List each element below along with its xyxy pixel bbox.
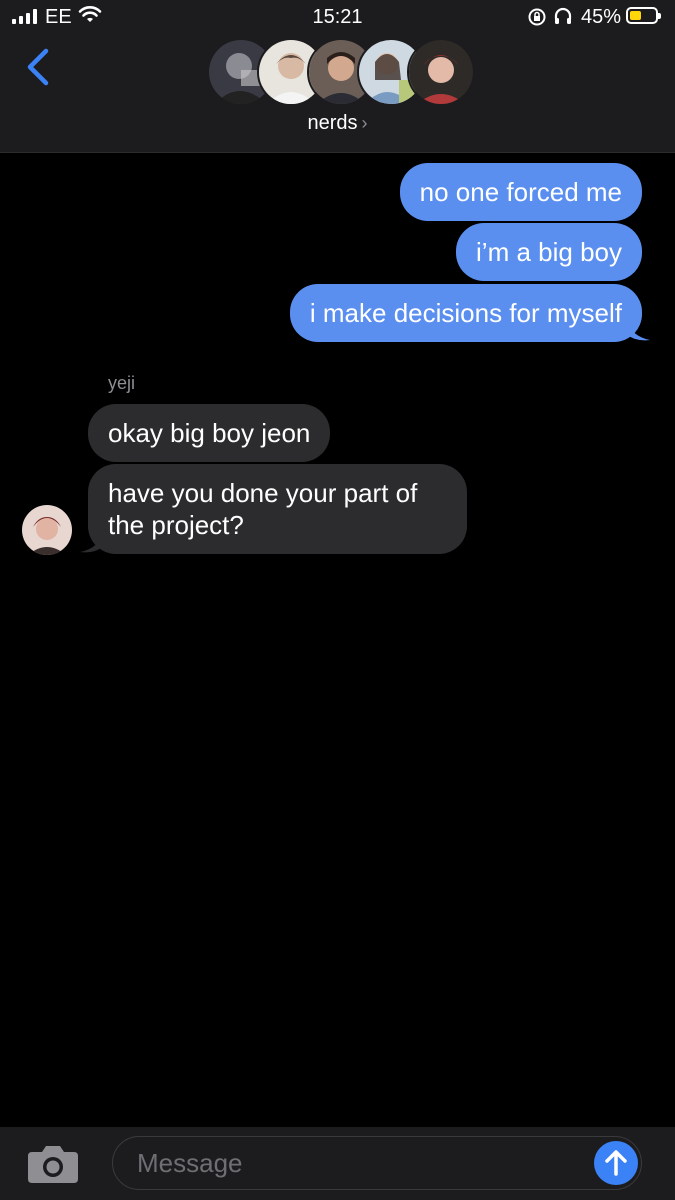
arrow-up-icon xyxy=(605,1150,627,1176)
bubble-tail-icon xyxy=(80,530,104,553)
message-input[interactable] xyxy=(112,1136,642,1190)
compose-bar xyxy=(0,1127,675,1200)
participant-avatar xyxy=(407,38,475,106)
group-name: nerds xyxy=(307,112,358,134)
chevron-right-icon: › xyxy=(361,113,368,133)
message-text: okay big boy jeon xyxy=(108,418,311,448)
contact-avatar[interactable] xyxy=(22,505,72,555)
bubble-tail-icon xyxy=(626,318,650,341)
sender-name: yeji xyxy=(108,373,136,393)
conversation-header: EE 15:21 45% nerds › xyxy=(0,0,675,153)
sent-message-bubble[interactable]: no one forced me xyxy=(399,163,642,221)
received-message-bubble[interactable]: okay big boy jeon xyxy=(88,404,331,462)
sent-message-bubble[interactable]: i make decisions for myself xyxy=(289,284,642,342)
rotation-lock-icon xyxy=(528,8,546,26)
chevron-left-icon xyxy=(27,48,49,86)
message-text: i make decisions for myself xyxy=(309,298,622,328)
headphones-icon xyxy=(554,7,572,24)
sent-message-bubble[interactable]: i’m a big boy xyxy=(456,223,642,281)
camera-icon xyxy=(28,1146,78,1183)
message-text: i’m a big boy xyxy=(476,237,622,267)
message-text: no one forced me xyxy=(419,177,622,207)
camera-button[interactable] xyxy=(26,1143,80,1185)
group-name-button[interactable]: nerds › xyxy=(0,112,675,135)
group-avatars[interactable] xyxy=(207,38,475,106)
send-button[interactable] xyxy=(594,1141,638,1185)
battery-level-fill xyxy=(630,11,641,20)
message-text: have you done your part of the project? xyxy=(108,478,418,540)
back-button[interactable] xyxy=(18,45,58,89)
received-message-bubble[interactable]: have you done your part of the project? xyxy=(88,464,467,554)
status-bar: EE 15:21 45% xyxy=(0,0,675,34)
battery-icon xyxy=(626,7,661,24)
battery-percentage: 45% xyxy=(581,6,622,28)
clock: 15:21 xyxy=(312,6,363,28)
